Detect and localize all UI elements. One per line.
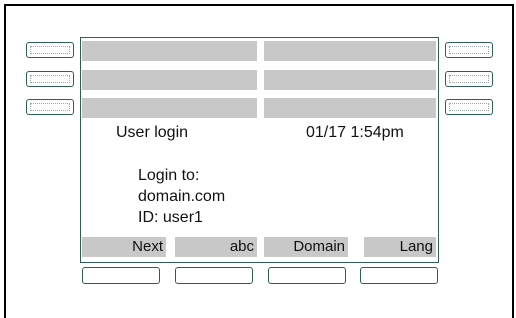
line-bar-left-3 bbox=[82, 98, 257, 118]
line-bar-right-3 bbox=[264, 98, 436, 118]
softkey-label-abc: abc bbox=[175, 237, 257, 257]
softkey-abc-button[interactable] bbox=[175, 267, 253, 284]
softkey-domain-button[interactable] bbox=[268, 267, 346, 284]
softkey-label-domain: Domain bbox=[264, 237, 348, 257]
line-bar-left-1 bbox=[82, 41, 257, 61]
line-key-right-3[interactable] bbox=[445, 99, 493, 115]
login-id: ID: user1 bbox=[138, 209, 203, 226]
line-key-right-1[interactable] bbox=[445, 42, 493, 58]
line-bar-right-2 bbox=[264, 70, 436, 90]
line-key-left-3[interactable] bbox=[26, 99, 74, 115]
softkey-next-button[interactable] bbox=[82, 267, 160, 284]
line-key-left-1[interactable] bbox=[26, 42, 74, 58]
screen-title: User login bbox=[116, 124, 189, 141]
line-key-right-2[interactable] bbox=[445, 71, 493, 87]
date-time: 01/17 1:54pm bbox=[306, 124, 404, 141]
softkey-lang-button[interactable] bbox=[360, 267, 438, 284]
login-domain: domain.com bbox=[138, 188, 226, 205]
line-key-left-2[interactable] bbox=[26, 71, 74, 87]
line-bar-right-1 bbox=[264, 41, 436, 61]
login-to-label: Login to: bbox=[138, 167, 200, 184]
softkey-label-next: Next bbox=[82, 237, 166, 257]
softkey-label-lang: Lang bbox=[364, 237, 436, 257]
line-bar-left-2 bbox=[82, 70, 257, 90]
